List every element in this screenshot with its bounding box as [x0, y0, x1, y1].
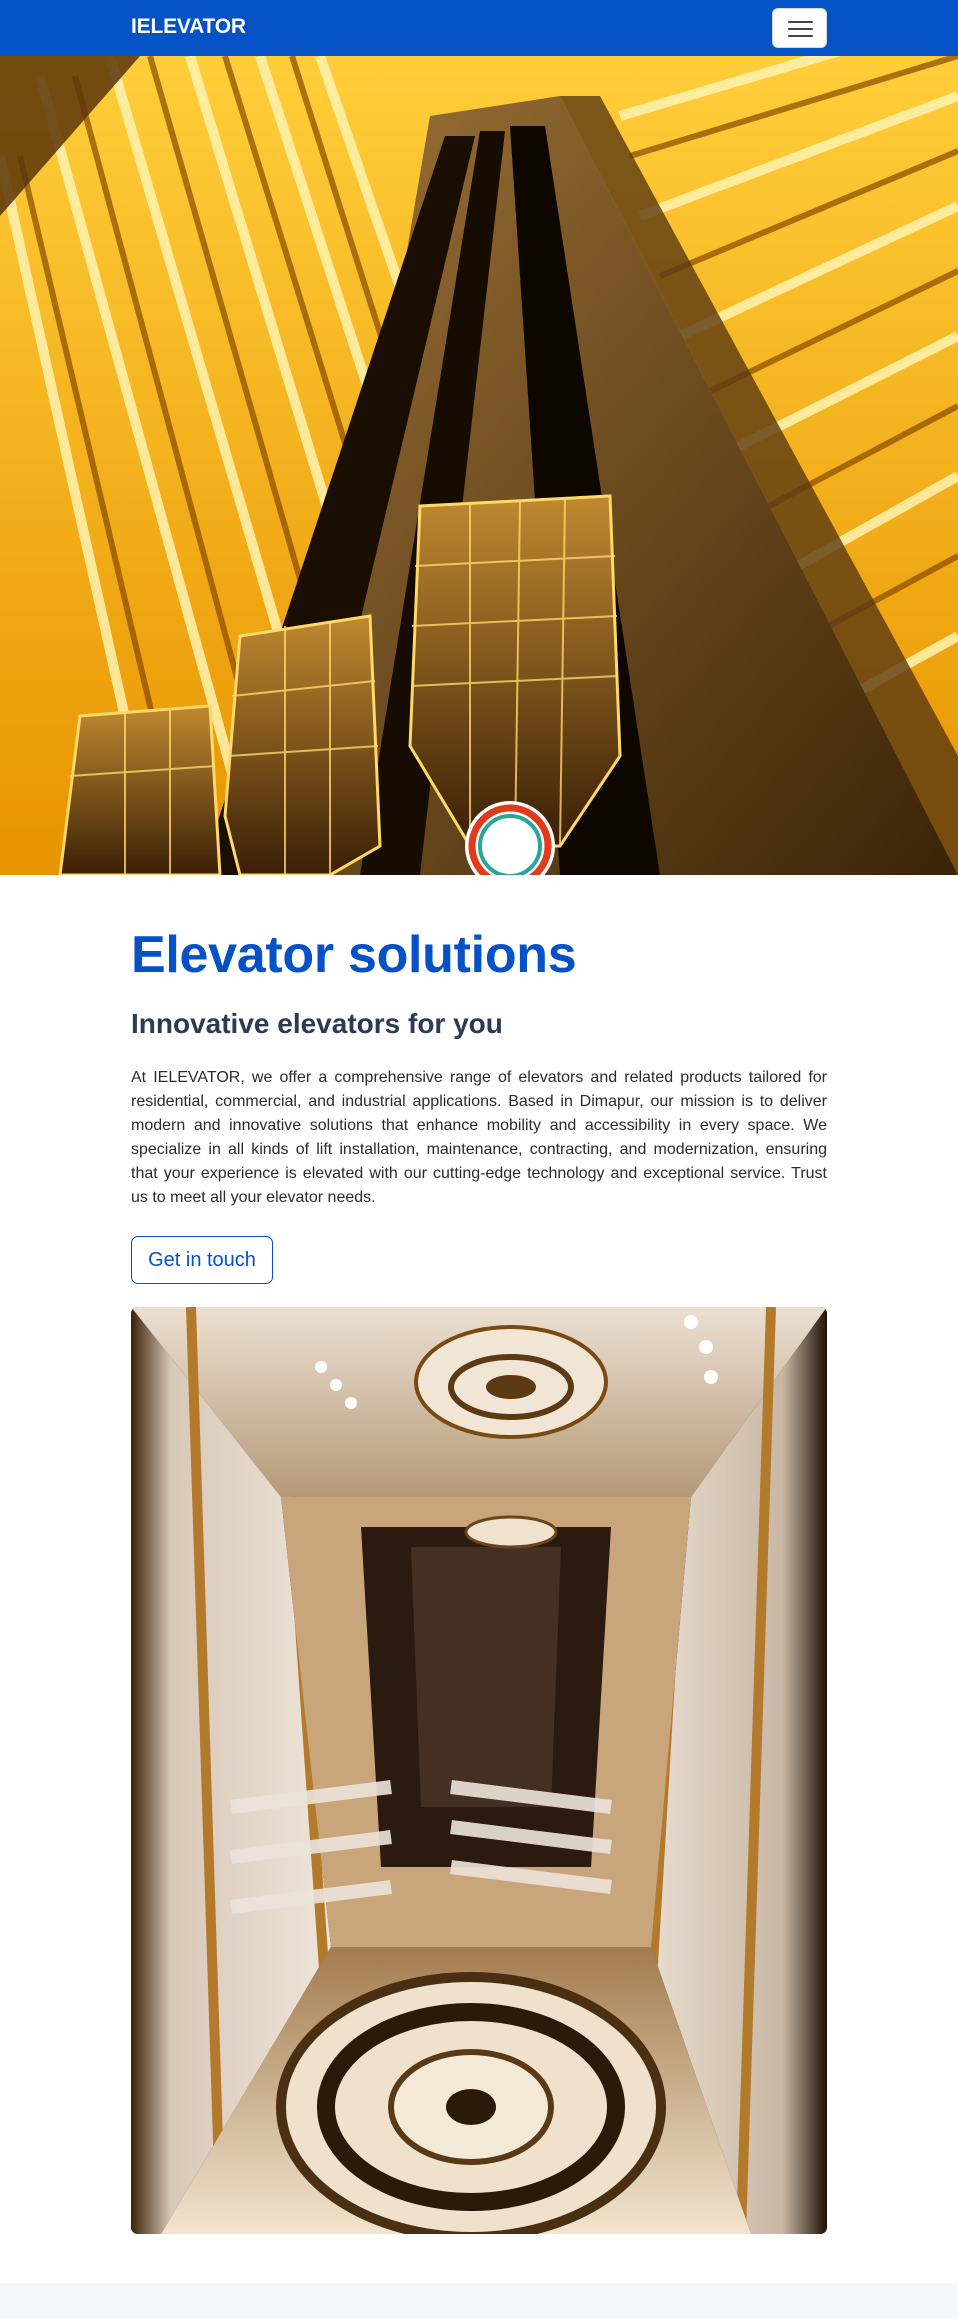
- elevator-cabin-interior-photo: [131, 1307, 827, 2234]
- elevator-atrium-photo: [0, 56, 958, 875]
- brand-logo[interactable]: IELEVATOR: [131, 15, 246, 39]
- page-title: Elevator solutions: [131, 926, 577, 984]
- hamburger-menu-icon: [788, 21, 813, 23]
- company-description: At IELEVATOR, we offer a comprehensive r…: [131, 1069, 827, 1206]
- menu-toggle-button[interactable]: [772, 8, 827, 48]
- get-in-touch-button[interactable]: Get in touch: [131, 1236, 273, 1284]
- footer: [0, 2283, 958, 2319]
- navbar: IELEVATOR: [0, 0, 958, 56]
- cabin-image: [131, 1307, 827, 2234]
- hero-image: [0, 56, 958, 875]
- page-subtitle: Innovative elevators for you: [131, 1008, 503, 1039]
